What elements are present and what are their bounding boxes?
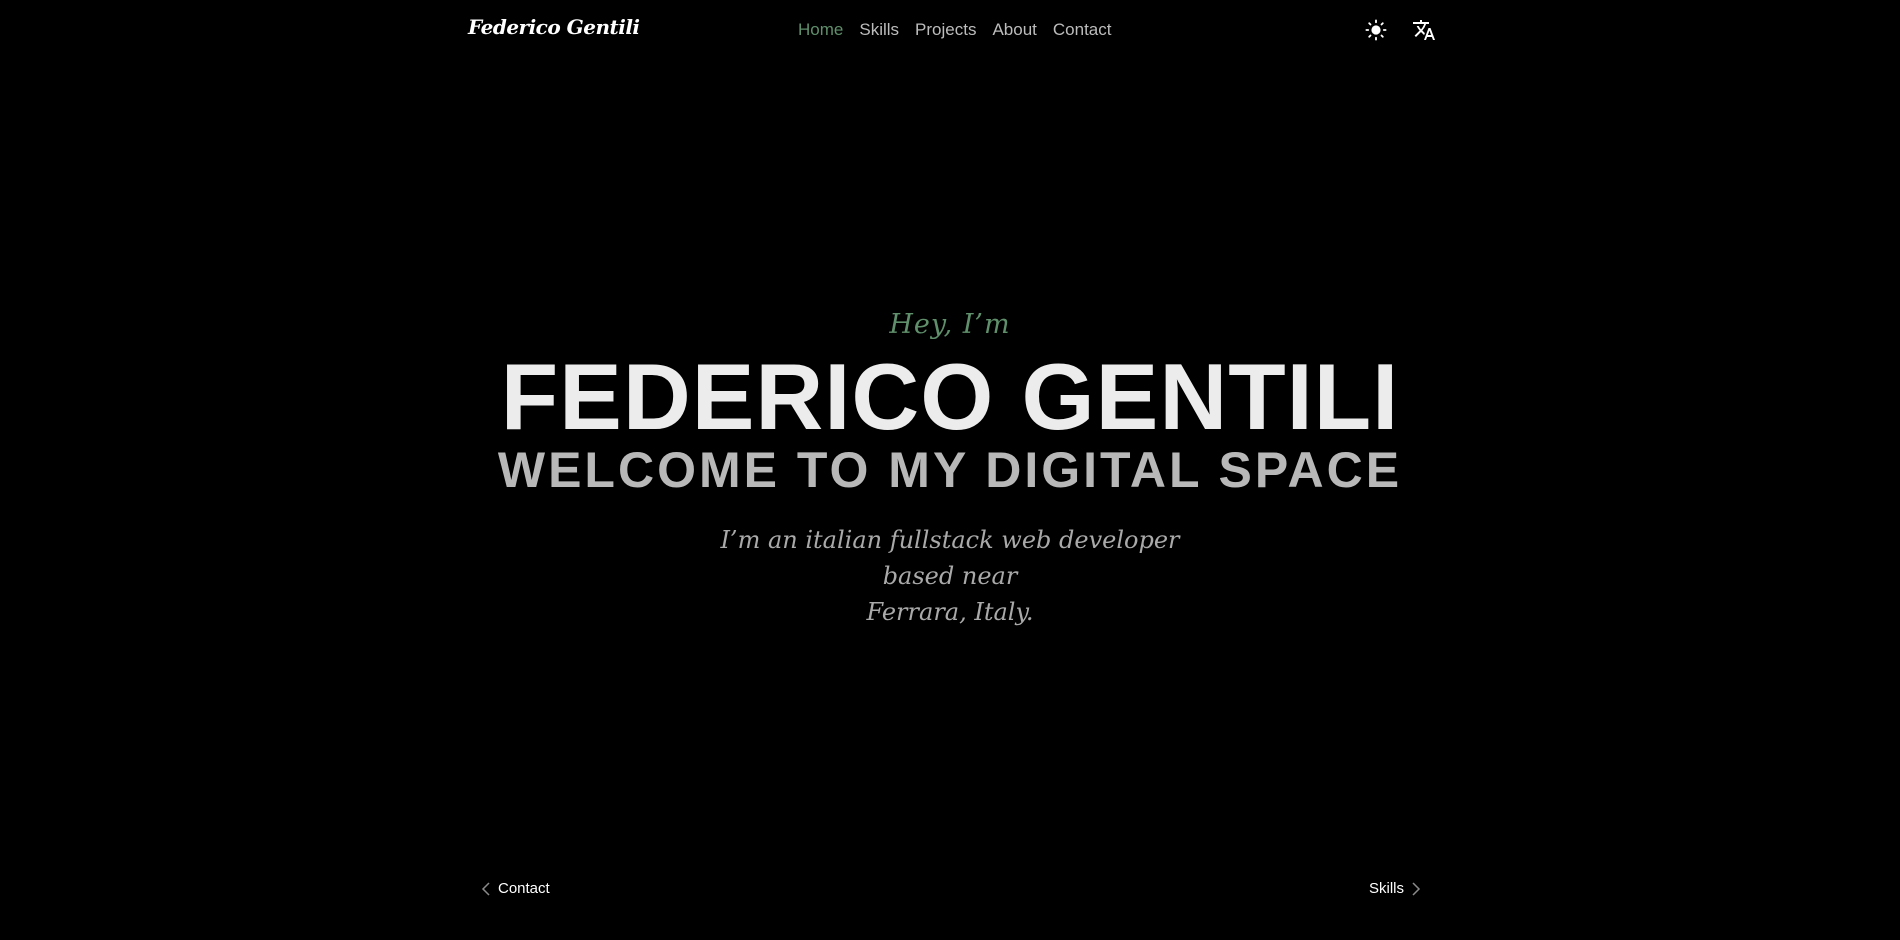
nav-contact[interactable]: Contact <box>1053 20 1112 40</box>
page: Federico Gentili Home Skills Projects Ab… <box>0 0 1900 940</box>
sun-icon <box>1365 19 1387 41</box>
hero-greeting: Hey, I’m <box>889 309 1011 340</box>
chevron-left-icon <box>481 881 490 896</box>
language-toggle-button[interactable] <box>1411 17 1437 43</box>
next-page-label: Skills <box>1369 880 1405 897</box>
hero-tagline: WELCOME TO MY DIGITAL SPACE <box>497 442 1403 498</box>
chevron-right-icon <box>1412 881 1421 896</box>
next-page-link[interactable]: Skills <box>1369 880 1422 897</box>
theme-toggle-button[interactable] <box>1363 17 1389 43</box>
site-logo[interactable]: Federico Gentili <box>468 15 640 39</box>
nav-projects[interactable]: Projects <box>915 20 976 40</box>
hero-intro-line-1: I’m an italian fullstack web developer b… <box>720 526 1180 590</box>
nav-about[interactable]: About <box>992 20 1036 40</box>
nav-skills[interactable]: Skills <box>859 20 899 40</box>
nav-home[interactable]: Home <box>798 20 843 40</box>
translate-icon <box>1413 20 1435 40</box>
hero-intro-line-2: Ferrara, Italy. <box>866 598 1034 626</box>
prev-page-label: Contact <box>498 880 550 897</box>
site-header: Federico Gentili Home Skills Projects Ab… <box>0 0 1900 62</box>
main-nav: Home Skills Projects About Contact <box>798 20 1111 40</box>
hero-section: Hey, I’m FEDERICO GENTILI WELCOME TO MY … <box>0 300 1900 630</box>
prev-page-link[interactable]: Contact <box>480 880 550 897</box>
hero-name: FEDERICO GENTILI <box>500 344 1400 449</box>
hero-intro: I’m an italian fullstack web developer b… <box>690 522 1210 630</box>
